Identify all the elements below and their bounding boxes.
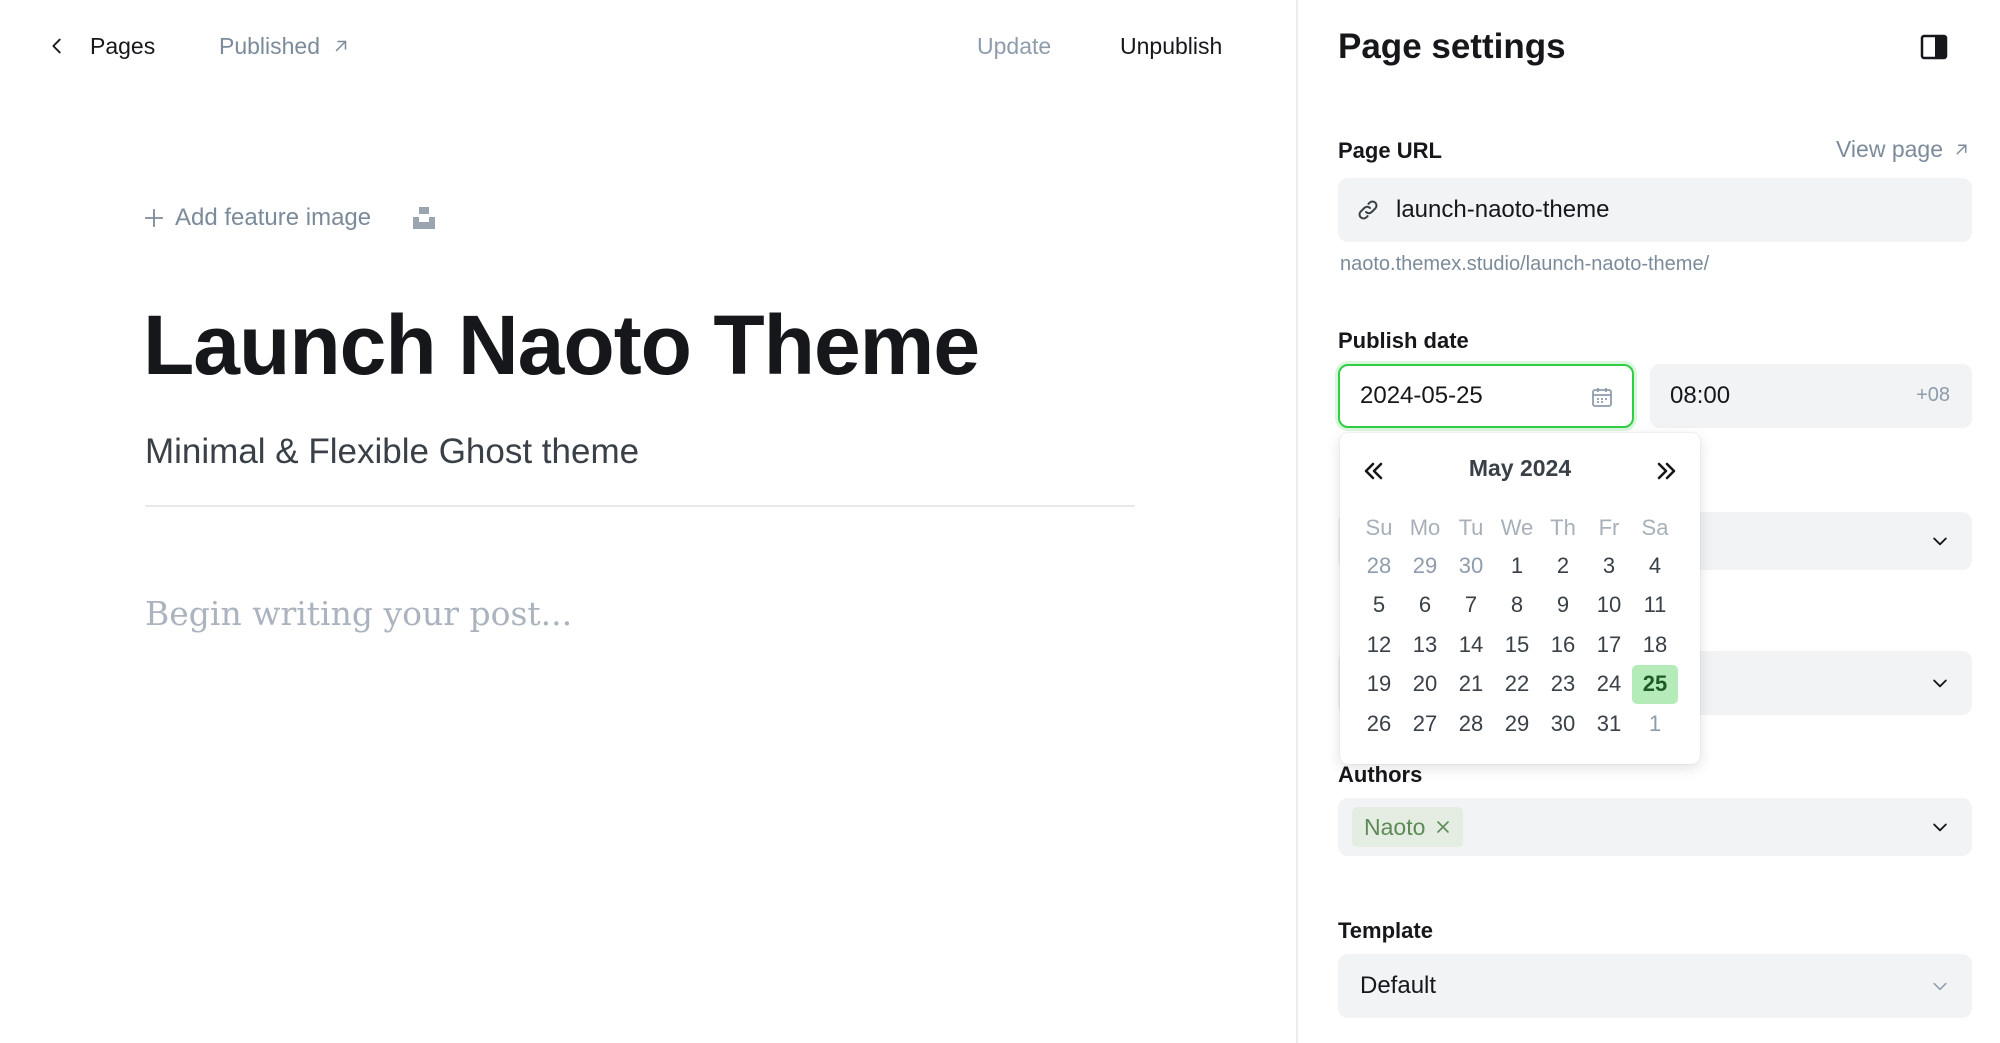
post-title[interactable]: Launch Naoto Theme (143, 290, 980, 400)
page-url-field (1338, 178, 1972, 242)
arrow-up-right-icon (1956, 144, 1967, 155)
authors-label: Authors (1338, 762, 1423, 787)
date-picker-day[interactable]: 1 (1494, 546, 1540, 586)
date-picker-day[interactable]: 11 (1632, 586, 1678, 626)
date-picker-grid: Su Mo Tu We Th Fr Sa 28 29 30 1 2 3 4 5 6 7 8 9 10 11 12 13 14 1… (1356, 510, 1678, 744)
date-picker-day-selected[interactable]: 25 (1632, 664, 1678, 704)
chevron-down-icon (1933, 982, 1947, 991)
add-feature-image-button[interactable]: Add feature image (143, 204, 371, 232)
date-picker-day[interactable]: 30 (1540, 704, 1586, 744)
weekday-header: Tu (1458, 515, 1484, 540)
date-picker-day[interactable]: 21 (1448, 665, 1494, 705)
weekday-header: We (1500, 515, 1534, 540)
date-picker-day[interactable]: 14 (1448, 625, 1494, 665)
unsplash-icon (413, 207, 436, 229)
publish-time-field: +08 (1650, 364, 1972, 428)
unpublish-button[interactable]: Unpublish (1120, 28, 1222, 64)
plus-icon (144, 208, 164, 228)
editor-topbar: Pages Published Update Unpublish (0, 0, 1296, 94)
date-picker-day[interactable]: 31 (1586, 704, 1632, 744)
page-url-hint: naoto.themex.studio/launch-naoto-theme/ (1340, 253, 1710, 275)
weekday-header: Mo (1409, 515, 1441, 540)
date-picker-day[interactable]: 27 (1402, 704, 1448, 744)
date-picker-day[interactable]: 22 (1494, 665, 1540, 705)
date-picker-day[interactable]: 20 (1402, 665, 1448, 705)
link-icon (1358, 200, 1378, 220)
update-button[interactable]: Update (977, 28, 1051, 64)
author-chip: Naoto (1352, 807, 1464, 847)
author-chip-label: Naoto (1364, 813, 1426, 840)
date-picker-day[interactable]: 13 (1402, 625, 1448, 665)
date-picker-day[interactable]: 26 (1356, 704, 1402, 744)
view-page-link[interactable]: View page (1836, 136, 1970, 163)
authors-select[interactable]: Naoto (1338, 798, 1972, 856)
post-body-placeholder[interactable]: Begin writing your post... (145, 594, 572, 633)
post-excerpt[interactable]: Minimal & Flexible Ghost theme (145, 430, 639, 474)
publish-date-field (1338, 364, 1634, 428)
back-to-pages-button[interactable]: Pages (46, 26, 155, 66)
publish-date-label: Publish date (1338, 328, 1469, 353)
sidebar-toggle-icon[interactable] (1920, 34, 1948, 60)
date-picker-day[interactable]: 24 (1586, 665, 1632, 705)
arrow-up-right-icon (335, 40, 347, 52)
unsplash-button[interactable] (411, 205, 437, 231)
template-select[interactable]: Default (1338, 954, 1972, 1018)
date-picker-day[interactable]: 19 (1356, 665, 1402, 705)
editor-pane: Pages Published Update Unpublish Add fea… (0, 0, 1296, 1043)
published-status-link[interactable]: Published (219, 28, 350, 64)
weekday-header: Fr (1598, 515, 1620, 540)
page-url-label: Page URL (1338, 138, 1442, 163)
date-picker-day[interactable]: 28 (1356, 546, 1402, 586)
publish-time-input[interactable] (1670, 382, 1830, 410)
add-feature-image-label: Add feature image (175, 204, 372, 231)
template-label: Template (1338, 918, 1433, 943)
chevron-down-icon (1933, 537, 1947, 546)
date-picker-month: May 2024 (1468, 455, 1572, 481)
date-picker-day[interactable]: 30 (1448, 546, 1494, 586)
date-picker-day[interactable]: 9 (1540, 586, 1586, 626)
date-picker-day[interactable]: 18 (1632, 625, 1678, 665)
date-picker-day[interactable]: 23 (1540, 665, 1586, 705)
template-value: Default (1360, 972, 1437, 999)
timezone-label: +08 (1916, 384, 1950, 406)
date-picker-day[interactable]: 10 (1586, 586, 1632, 626)
date-picker-popover: May 2024 Su Mo Tu We Th Fr Sa 28 29 30 1 2 3 4 5 6 7 8 9 10… (1340, 433, 1700, 764)
date-picker-day[interactable]: 6 (1402, 586, 1448, 626)
date-picker-day[interactable]: 17 (1586, 625, 1632, 665)
date-picker-day[interactable]: 29 (1494, 704, 1540, 744)
publish-date-input[interactable] (1360, 382, 1560, 410)
date-picker-day[interactable]: 2 (1540, 546, 1586, 586)
weekday-header: Su (1365, 515, 1393, 540)
feature-image-row: Add feature image (143, 200, 437, 236)
date-picker-day[interactable]: 29 (1402, 546, 1448, 586)
date-picker-day[interactable]: 15 (1494, 625, 1540, 665)
chevron-down-icon (1933, 679, 1947, 688)
date-picker-day[interactable]: 4 (1632, 546, 1678, 586)
double-chevron-right-icon[interactable] (1652, 457, 1680, 485)
weekday-header: Sa (1641, 515, 1669, 540)
date-picker-day[interactable]: 28 (1448, 704, 1494, 744)
chevron-left-icon (52, 38, 61, 54)
calendar-icon[interactable] (1590, 385, 1614, 409)
date-picker-day[interactable]: 16 (1540, 625, 1586, 665)
date-picker-day[interactable]: 7 (1448, 586, 1494, 626)
chevron-down-icon (1933, 823, 1947, 832)
status-label: Published (219, 32, 321, 59)
weekday-header: Th (1550, 515, 1576, 540)
date-picker-day[interactable]: 12 (1356, 625, 1402, 665)
date-picker-day[interactable]: 8 (1494, 586, 1540, 626)
date-picker-day[interactable]: 3 (1586, 546, 1632, 586)
editor-divider (145, 505, 1135, 507)
page-url-input[interactable] (1396, 196, 1916, 224)
view-page-label: View page (1836, 136, 1943, 162)
close-icon[interactable] (1435, 819, 1451, 835)
back-label: Pages (90, 32, 156, 59)
date-picker-day[interactable]: 1 (1632, 704, 1678, 744)
date-picker-day[interactable]: 5 (1356, 586, 1402, 626)
settings-title: Page settings (1338, 27, 1566, 66)
